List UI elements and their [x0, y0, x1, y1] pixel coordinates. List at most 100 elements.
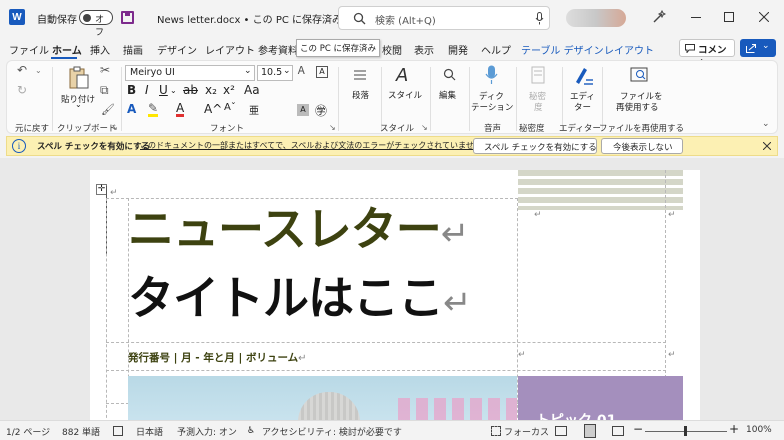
dialog-launcher-icon[interactable]: ↘: [421, 123, 428, 132]
redo-icon[interactable]: ↻: [17, 83, 27, 97]
bold-icon[interactable]: B: [127, 83, 136, 97]
designer-wand-icon[interactable]: [652, 10, 666, 24]
group-label-font: フォント: [210, 124, 245, 134]
tab-review[interactable]: 校閲: [382, 42, 402, 57]
word-count[interactable]: 882 単語: [62, 425, 100, 438]
enclose-char-icon[interactable]: ㊫: [315, 102, 327, 119]
underline-icon[interactable]: U: [159, 83, 168, 97]
style-label: スタイル: [388, 91, 423, 101]
print-layout-icon[interactable]: [584, 424, 596, 438]
format-painter-icon[interactable]: 🖌: [101, 103, 115, 116]
tab-developer[interactable]: 開発: [448, 42, 468, 57]
search-box[interactable]: 検索 (Alt+Q): [338, 6, 550, 30]
autosave-label: 自動保存: [37, 15, 77, 26]
shrink-font-icon[interactable]: Aˇ: [224, 102, 236, 113]
change-case-icon[interactable]: Aa: [244, 83, 260, 97]
sensitivity-button[interactable]: 秘密 度: [518, 63, 560, 119]
tab-view[interactable]: 表示: [414, 42, 434, 57]
save-icon[interactable]: [121, 11, 134, 24]
share-button[interactable]: ⌄: [740, 39, 776, 57]
group-label-editor: エディター: [559, 124, 601, 134]
paste-button[interactable]: 貼り付け ⌄: [59, 63, 99, 109]
zoom-out-icon[interactable]: −: [633, 422, 643, 436]
document-page[interactable]: ✛ ↵ ↵ ↵ ↵ ↵ ニュースレター↵ タイトルはここ↵ 発行番号 | 月 -…: [90, 170, 700, 429]
text-prediction[interactable]: 予測入力: オン: [177, 425, 237, 438]
dictation-button[interactable]: ディク テーション: [471, 63, 513, 119]
font-name-select[interactable]: Meiryo UI ⌄: [125, 65, 255, 81]
tab-references[interactable]: 参考資料: [258, 42, 298, 57]
topic-sidebar[interactable]: トピック 01: [518, 376, 683, 429]
zoom-slider[interactable]: [645, 426, 727, 436]
proofing-icon[interactable]: [113, 426, 123, 436]
tab-layout[interactable]: レイアウト: [205, 42, 255, 57]
message-text-link[interactable]: このドキュメントの一部またはすべてで、スペルおよび文法のエラーがチェックされてい…: [140, 140, 490, 151]
reuse-file-button[interactable]: ファイルを 再使用する: [607, 63, 669, 119]
chevron-down-icon: ⌄: [75, 100, 82, 109]
strikethrough-icon[interactable]: ab: [183, 83, 198, 97]
superscript-icon[interactable]: x²: [223, 83, 235, 97]
hero-photo[interactable]: [128, 376, 517, 422]
page-count[interactable]: 1/2 ページ: [6, 425, 50, 438]
autosave-toggle[interactable]: オフ: [79, 10, 113, 38]
chevron-down-icon[interactable]: ⌄: [35, 66, 42, 75]
paragraph-icon: [354, 70, 366, 80]
dialog-launcher-icon[interactable]: ↘: [111, 123, 118, 132]
user-avatar[interactable]: [566, 9, 626, 27]
font-size-select[interactable]: 10.5 ⌄: [257, 65, 293, 81]
text-box-icon[interactable]: A: [316, 66, 328, 78]
tab-insert[interactable]: 挿入: [90, 42, 110, 57]
phonetic-guide-icon[interactable]: 亜: [249, 102, 259, 117]
zoom-level[interactable]: 100%: [746, 425, 772, 435]
tab-file[interactable]: ファイル: [9, 42, 49, 57]
language[interactable]: 日本語: [136, 425, 163, 438]
issue-line[interactable]: 発行番号 | 月 - 年と月 | ボリューム↵: [128, 350, 307, 365]
web-layout-icon[interactable]: [612, 426, 624, 436]
tab-help[interactable]: ヘルプ: [481, 42, 511, 57]
focus-icon[interactable]: [491, 426, 501, 436]
italic-icon[interactable]: I: [145, 83, 149, 97]
maximize-icon[interactable]: [724, 12, 734, 22]
collapse-ribbon-icon[interactable]: ⌄: [762, 119, 770, 129]
undo-icon[interactable]: ↶: [17, 63, 27, 77]
cut-icon[interactable]: ✂: [100, 63, 110, 77]
paragraph-button[interactable]: 段落: [343, 65, 379, 117]
char-shading-icon[interactable]: A: [297, 104, 309, 116]
status-bar: 1/2 ページ 882 単語 日本語 予測入力: オン ♿ アクセシビリティ: …: [0, 420, 784, 440]
tab-home[interactable]: ホーム: [52, 42, 82, 57]
subscript-icon[interactable]: x₂: [205, 83, 217, 97]
microphone-icon[interactable]: [535, 12, 544, 25]
chevron-down-icon: ⌄: [762, 41, 770, 51]
tab-design[interactable]: デザイン: [157, 42, 197, 57]
editor-button[interactable]: エディ ター: [563, 63, 603, 119]
newsletter-title-line-1[interactable]: ニュースレター↵: [128, 200, 469, 258]
close-icon[interactable]: [759, 12, 769, 22]
chevron-down-icon[interactable]: ⌄: [170, 86, 177, 95]
dont-show-again-button[interactable]: 今後表示しない: [601, 138, 683, 154]
dialog-launcher-icon[interactable]: ↘: [329, 123, 336, 132]
edit-button[interactable]: 編集: [433, 65, 465, 117]
close-icon[interactable]: [763, 142, 771, 150]
minimize-icon[interactable]: [691, 17, 701, 18]
read-mode-icon[interactable]: [555, 426, 567, 436]
accessibility-status[interactable]: アクセシビリティ: 検討が必要です: [262, 425, 402, 438]
zoom-slider-thumb[interactable]: [684, 426, 687, 436]
font-color-icon[interactable]: A: [176, 102, 185, 117]
text-effects-icon[interactable]: A: [127, 102, 136, 116]
return-mark: ↵: [298, 353, 307, 364]
accessibility-icon[interactable]: ♿: [247, 426, 255, 436]
tab-draw[interactable]: 描画: [123, 42, 143, 57]
tab-table-layout[interactable]: レイアウト: [604, 42, 654, 57]
enable-spell-check-button[interactable]: スペル チェックを有効にする: [473, 138, 597, 154]
focus-mode[interactable]: フォーカス: [504, 425, 549, 438]
grow-font-icon[interactable]: A^: [204, 102, 222, 116]
clear-format-icon[interactable]: Ꭺ: [298, 64, 305, 78]
copy-icon[interactable]: ⧉: [100, 83, 109, 98]
tab-table-design[interactable]: テーブル デザイン: [521, 42, 604, 57]
zoom-in-icon[interactable]: +: [729, 422, 739, 436]
title-bar: W 自動保存 オフ News letter.docx • この PC に保存済み…: [0, 0, 784, 38]
style-button[interactable]: A スタイル: [385, 65, 425, 117]
comment-button[interactable]: コメント: [679, 39, 735, 70]
document-title[interactable]: News letter.docx • この PC に保存済み ⌄: [157, 11, 354, 26]
newsletter-title-line-2[interactable]: タイトルはここ↵: [128, 269, 472, 327]
highlight-icon[interactable]: ✎: [148, 102, 159, 117]
